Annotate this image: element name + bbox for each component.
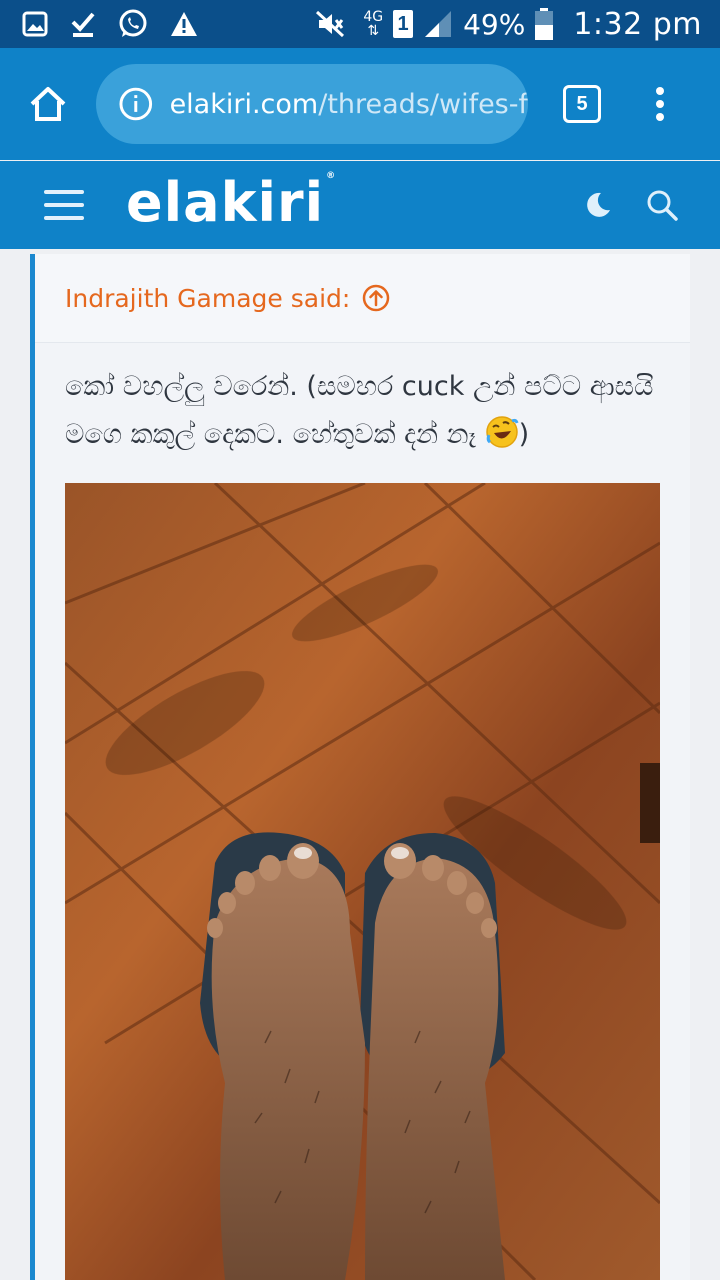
logo-text: elakiri xyxy=(126,170,325,234)
clock: 1:32 pm xyxy=(573,6,702,42)
feet-photo-image xyxy=(65,483,660,1280)
quote-text-main: කෝ වහල්ලු වරෙන්. (සමහර cuck උන් පට්ට ආසය… xyxy=(65,371,654,450)
dark-mode-toggle[interactable] xyxy=(578,185,618,225)
rolling-laughing-emoji-icon xyxy=(485,416,519,448)
home-button[interactable] xyxy=(0,48,96,160)
hamburger-menu-icon[interactable] xyxy=(44,190,84,220)
search-icon xyxy=(647,190,678,221)
signal-strength-icon xyxy=(425,11,452,37)
tab-count: 5 xyxy=(563,85,601,123)
mute-icon xyxy=(316,10,345,38)
site-logo[interactable]: elakiri ® xyxy=(126,171,336,234)
quote-author[interactable]: Indrajith Gamage said: xyxy=(65,284,350,313)
address-bar[interactable]: elakiri.com/threads/wifes-f xyxy=(96,64,528,144)
home-icon xyxy=(30,87,66,121)
quote-text-end: ) xyxy=(518,419,530,450)
url-path: /threads/wifes-f xyxy=(318,88,528,120)
download-done-icon xyxy=(71,12,95,37)
arrow-up-circle-icon[interactable] xyxy=(362,284,390,312)
gallery-notification-icon xyxy=(22,11,48,37)
search-button[interactable] xyxy=(642,185,682,225)
url-text[interactable]: elakiri.com/threads/wifes-f xyxy=(170,89,528,120)
tabs-button[interactable]: 5 xyxy=(542,48,622,160)
quote-header[interactable]: Indrajith Gamage said: xyxy=(35,254,690,343)
post-content: Indrajith Gamage said: කෝ වහල්ලු වරෙන්. … xyxy=(30,254,690,1280)
sim-slot-indicator: 1 xyxy=(393,10,414,38)
battery-icon xyxy=(535,8,554,40)
site-header: elakiri ® xyxy=(0,161,720,249)
logo-registered-mark: ® xyxy=(326,170,337,181)
moon-icon xyxy=(587,192,610,217)
network-type: 4G ⇅ xyxy=(363,9,384,39)
quote-text: කෝ වහල්ලු වරෙන්. (සමහර cuck උන් පට්ට ආසය… xyxy=(65,363,660,459)
url-domain: elakiri.com xyxy=(169,88,319,120)
status-bar: 4G ⇅ 1 49% 1:32 pm xyxy=(0,0,720,48)
whatsapp-icon xyxy=(119,9,147,37)
info-icon[interactable] xyxy=(118,86,154,122)
battery-percent: 49% xyxy=(463,7,526,41)
browser-menu-button[interactable] xyxy=(622,48,698,160)
attached-photo[interactable] xyxy=(65,483,660,1280)
quote-body: කෝ වහල්ලු වරෙන්. (සමහර cuck උන් පට්ට ආසය… xyxy=(35,343,690,1280)
warning-icon xyxy=(171,12,197,36)
more-vert-icon xyxy=(656,87,664,121)
browser-toolbar: elakiri.com/threads/wifes-f 5 xyxy=(0,48,720,160)
